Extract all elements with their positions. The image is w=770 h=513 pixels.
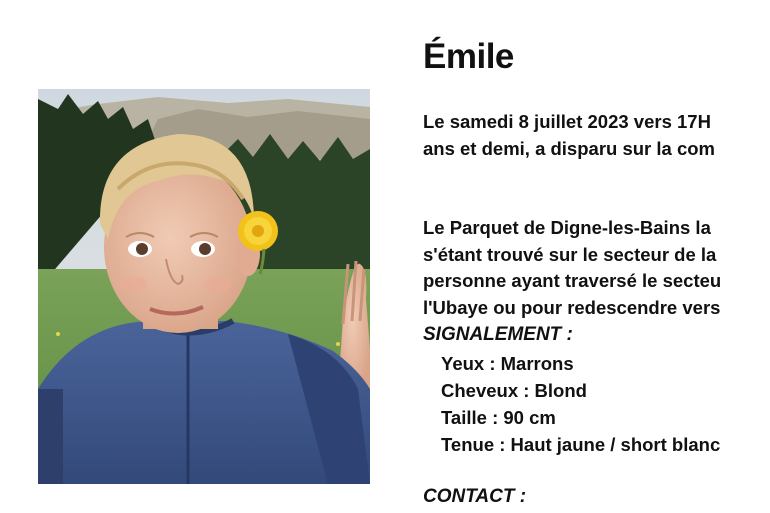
parquet-paragraph: Le Parquet de Digne-les-Bains la s'étant… [423, 215, 721, 321]
child-photo-illustration [38, 89, 370, 484]
list-item: Tenue : Haut jaune / short blanc [441, 434, 721, 455]
signalement-list: Yeux : Marrons Cheveux : Blond Taille : … [441, 350, 720, 458]
paragraph-line: ans et demi, a disparu sur la com [423, 137, 715, 159]
flower-icon [238, 211, 278, 251]
paragraph-line: s'étant trouvé sur le secteur de la [423, 243, 717, 265]
list-item: Cheveux : Blond [441, 380, 587, 401]
child-photo [38, 89, 370, 484]
signalement-heading: SIGNALEMENT : [423, 324, 573, 345]
list-item: Yeux : Marrons [441, 353, 574, 374]
paragraph-line: Le Parquet de Digne-les-Bains la [423, 217, 711, 238]
list-item: Taille : 90 cm [441, 407, 556, 428]
page-title: Émile [423, 37, 514, 76]
paragraph-line: Le samedi 8 juillet 2023 vers 17H [423, 111, 711, 132]
contact-heading: CONTACT : [423, 486, 527, 507]
disappearance-paragraph: Le samedi 8 juillet 2023 vers 17H ans et… [423, 109, 715, 162]
notice-text-panel: Émile Le samedi 8 juillet 2023 vers 17H … [423, 0, 770, 513]
paragraph-line: l'Ubaye ou pour redescendre vers [423, 296, 721, 318]
paragraph-line: personne ayant traversé le secteu [423, 270, 722, 291]
